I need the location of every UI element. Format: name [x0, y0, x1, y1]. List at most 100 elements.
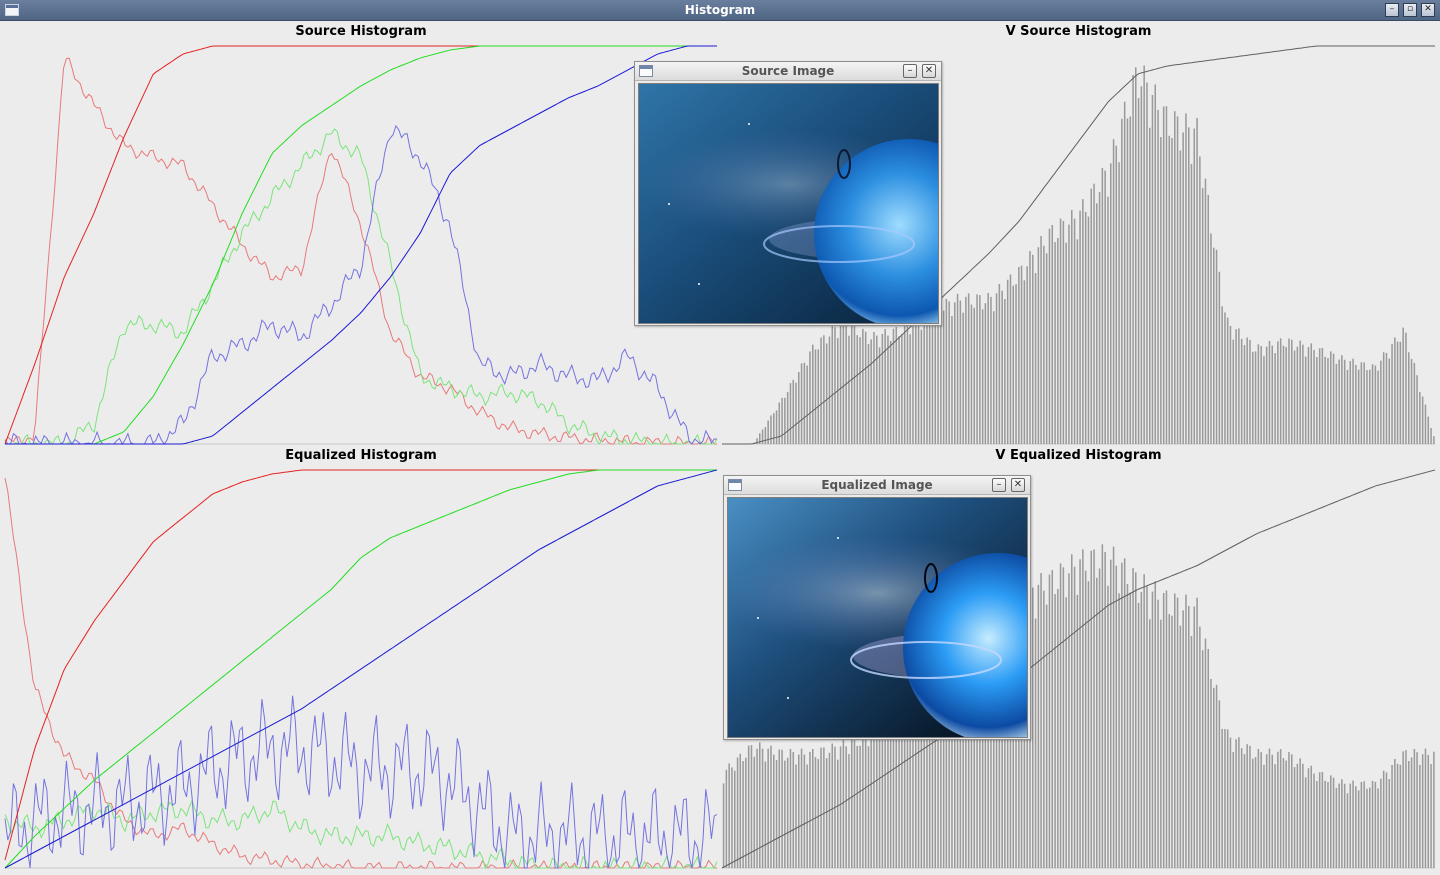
histogram-bar — [1143, 65, 1145, 444]
close-button[interactable]: ✕ — [1011, 478, 1025, 492]
close-button[interactable]: ✕ — [922, 64, 936, 78]
histogram-bar — [1023, 280, 1026, 444]
histogram-bar — [1012, 285, 1015, 444]
histogram-bar — [1068, 573, 1070, 868]
window-titlebar[interactable]: Histogram – ▫ ✕ — [0, 0, 1440, 21]
histogram-bar — [1307, 346, 1310, 444]
histogram-bar — [867, 746, 870, 868]
histogram-bar — [1146, 585, 1148, 868]
source-image-window[interactable]: Source Image – ✕ — [634, 61, 942, 326]
histogram-bar — [1271, 345, 1274, 444]
histogram-bar — [1410, 757, 1413, 868]
histogram-bar — [725, 769, 728, 868]
histogram-bar — [1118, 162, 1120, 444]
histogram-bar — [1343, 359, 1346, 444]
histogram-bar — [839, 323, 842, 444]
histogram-bar — [1288, 751, 1290, 868]
histogram-bar — [851, 324, 853, 444]
histogram-bar — [1140, 86, 1143, 445]
histogram-bar — [1405, 332, 1407, 444]
histogram-bar — [1391, 344, 1393, 444]
histogram-bar — [1357, 790, 1360, 868]
histogram-bar — [1268, 340, 1271, 444]
histogram-bar — [1240, 748, 1243, 868]
source-image-titlebar[interactable]: Source Image – ✕ — [635, 62, 941, 81]
equalized-image — [727, 497, 1028, 738]
histogram-bar — [1115, 145, 1118, 444]
histogram-bar — [795, 382, 797, 444]
histogram-bar — [1396, 763, 1399, 868]
histogram-bar — [1210, 233, 1212, 444]
histogram-bar — [993, 311, 995, 444]
histogram-bar — [1020, 265, 1023, 444]
histogram-bar — [1218, 271, 1221, 444]
histogram-bar — [912, 323, 914, 444]
histogram-bar — [722, 783, 725, 868]
histogram-bar — [1096, 203, 1098, 444]
histogram-bar — [1360, 362, 1363, 444]
histogram-bar — [1288, 338, 1290, 444]
histogram-bar — [909, 334, 911, 444]
histogram-bar — [798, 754, 800, 868]
histogram-bar — [1165, 106, 1168, 444]
histogram-bar — [940, 315, 942, 444]
histogram-bar — [1338, 783, 1340, 868]
histogram-bar — [1254, 351, 1257, 444]
equalized-image-titlebar[interactable]: Equalized Image – ✕ — [724, 476, 1030, 495]
histogram-bar — [1229, 325, 1232, 444]
histogram-bar — [1082, 199, 1084, 444]
histogram-bar — [1293, 350, 1296, 444]
histogram-bar — [1135, 67, 1137, 445]
histogram-bar — [1188, 606, 1190, 868]
histogram-bar — [1424, 748, 1427, 868]
close-button[interactable]: ✕ — [1421, 3, 1435, 17]
histogram-bar — [1179, 150, 1182, 444]
histogram-bar — [862, 733, 864, 868]
histogram-bar — [1352, 780, 1354, 868]
histogram-bar — [1366, 370, 1368, 444]
histogram-bar — [1341, 779, 1343, 868]
histogram-bar — [1293, 767, 1296, 868]
histogram-bar — [1427, 416, 1430, 444]
histogram-bar — [1313, 773, 1315, 868]
minimize-button[interactable]: – — [903, 64, 917, 78]
histogram-bar — [1274, 764, 1276, 868]
equalized-image-window[interactable]: Equalized Image – ✕ — [723, 475, 1031, 740]
maximize-button[interactable]: ▫ — [1403, 3, 1417, 17]
histogram-bar — [1316, 781, 1318, 868]
histogram-bar — [1215, 684, 1218, 868]
histogram-bar — [809, 751, 811, 868]
histogram-bar — [798, 372, 800, 444]
equalized-image-title: Equalized Image — [821, 478, 933, 492]
histogram-bar — [823, 335, 825, 444]
histogram-bar — [1371, 364, 1374, 444]
minimize-button[interactable]: – — [1385, 3, 1399, 17]
histogram-bar — [1132, 75, 1134, 444]
histogram-bar — [928, 315, 931, 444]
histogram-bar — [806, 365, 808, 444]
histogram-bar — [859, 337, 861, 444]
histogram-bar — [1385, 772, 1388, 868]
histogram-bar — [1430, 764, 1432, 868]
histogram-bar — [1324, 356, 1326, 444]
histogram-bar — [1123, 558, 1126, 868]
histogram-bar — [1165, 590, 1168, 868]
histogram-bar — [1394, 337, 1396, 444]
histogram-bar — [1366, 788, 1368, 868]
histogram-bar — [1243, 754, 1246, 868]
histogram-bar — [795, 764, 797, 868]
histogram-bar — [1277, 341, 1279, 444]
histogram-bar — [1335, 363, 1338, 444]
histogram-bar — [1093, 549, 1095, 868]
histogram-bar — [1291, 754, 1293, 868]
histogram-bar — [1402, 751, 1404, 868]
histogram-bar — [1321, 348, 1324, 444]
histogram-bar — [1093, 183, 1095, 444]
histogram-bar — [1257, 749, 1260, 868]
minimize-button[interactable]: – — [992, 478, 1006, 492]
histogram-bar — [747, 745, 750, 868]
histogram-bar — [1018, 267, 1020, 444]
histogram-bar — [1079, 210, 1081, 444]
histogram-bar — [1185, 594, 1187, 868]
histogram-bar — [1079, 559, 1081, 868]
